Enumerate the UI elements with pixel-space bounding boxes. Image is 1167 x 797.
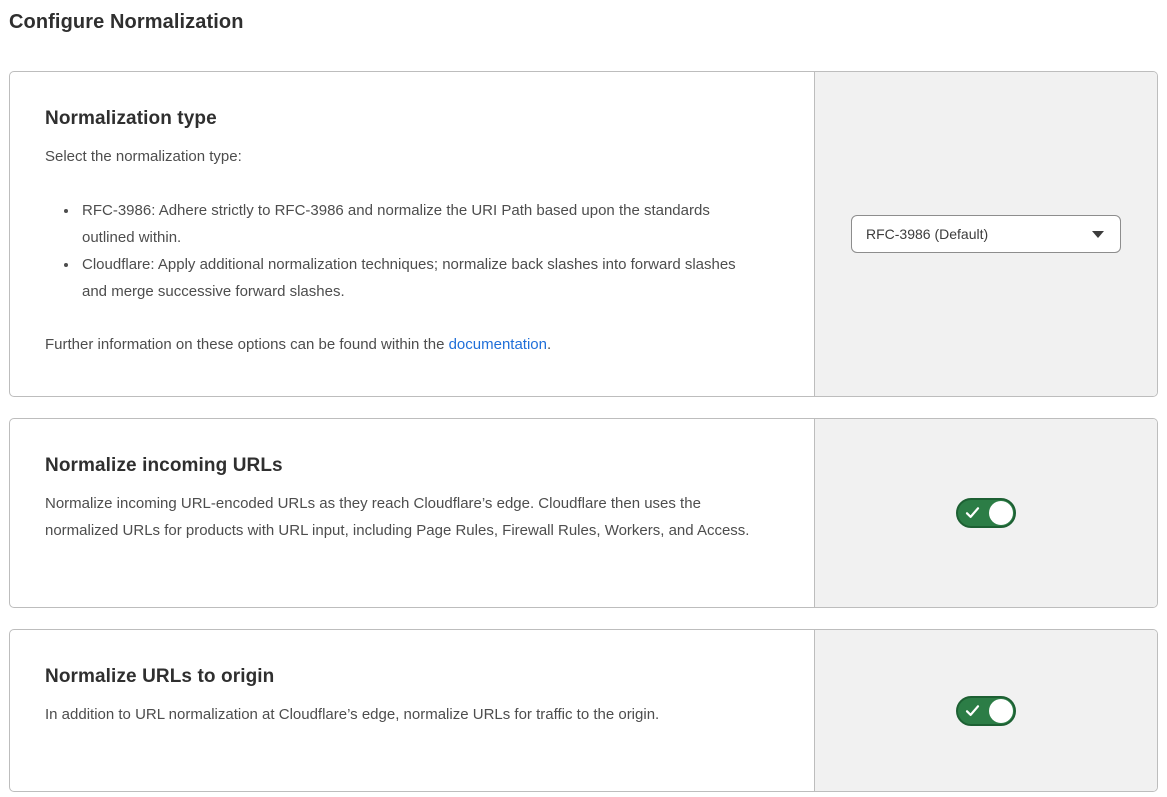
further-information-suffix: . bbox=[547, 336, 551, 353]
normalization-options-list: RFC-3986: Adhere strictly to RFC-3986 an… bbox=[45, 197, 745, 305]
toggle-knob bbox=[989, 501, 1013, 525]
page-title: Configure Normalization bbox=[9, 9, 1158, 35]
further-information-prefix: Further information on these options can… bbox=[45, 336, 449, 353]
check-icon bbox=[965, 507, 980, 520]
normalization-type-content: Normalization type Select the normalizat… bbox=[10, 72, 814, 396]
normalization-type-select[interactable]: RFC-3986 (Default) bbox=[851, 215, 1121, 253]
normalize-incoming-urls-toggle[interactable] bbox=[956, 498, 1016, 528]
normalize-urls-to-origin-description: In addition to URL normalization at Clou… bbox=[45, 701, 764, 728]
further-information-note: Further information on these options can… bbox=[45, 331, 764, 358]
check-icon bbox=[965, 704, 980, 717]
normalize-urls-to-origin-control-panel bbox=[814, 630, 1157, 791]
normalization-type-heading: Normalization type bbox=[45, 106, 764, 131]
normalize-incoming-urls-description: Normalize incoming URL-encoded URLs as t… bbox=[45, 490, 764, 544]
select-value: RFC-3986 (Default) bbox=[866, 226, 988, 242]
normalize-urls-to-origin-card: Normalize URLs to origin In addition to … bbox=[9, 629, 1158, 792]
documentation-link[interactable]: documentation bbox=[449, 336, 547, 353]
cloudflare-bullet: Cloudflare: Apply additional normalizati… bbox=[79, 251, 745, 305]
normalize-incoming-urls-content: Normalize incoming URLs Normalize incomi… bbox=[10, 419, 814, 607]
toggle-knob bbox=[989, 699, 1013, 723]
normalize-urls-to-origin-content: Normalize URLs to origin In addition to … bbox=[10, 630, 814, 791]
normalize-incoming-urls-card: Normalize incoming URLs Normalize incomi… bbox=[9, 418, 1158, 608]
normalize-urls-to-origin-heading: Normalize URLs to origin bbox=[45, 664, 764, 689]
normalization-type-control-panel: RFC-3986 (Default) bbox=[814, 72, 1157, 396]
normalization-type-card: Normalization type Select the normalizat… bbox=[9, 71, 1158, 397]
normalize-urls-to-origin-toggle[interactable] bbox=[956, 696, 1016, 726]
chevron-down-icon bbox=[1092, 231, 1104, 238]
rfc-3986-bullet: RFC-3986: Adhere strictly to RFC-3986 an… bbox=[79, 197, 745, 251]
normalize-incoming-urls-heading: Normalize incoming URLs bbox=[45, 453, 764, 478]
normalization-type-intro: Select the normalization type: bbox=[45, 143, 764, 170]
normalize-incoming-urls-control-panel bbox=[814, 419, 1157, 607]
configure-normalization-page: Configure Normalization Normalization ty… bbox=[0, 9, 1158, 792]
